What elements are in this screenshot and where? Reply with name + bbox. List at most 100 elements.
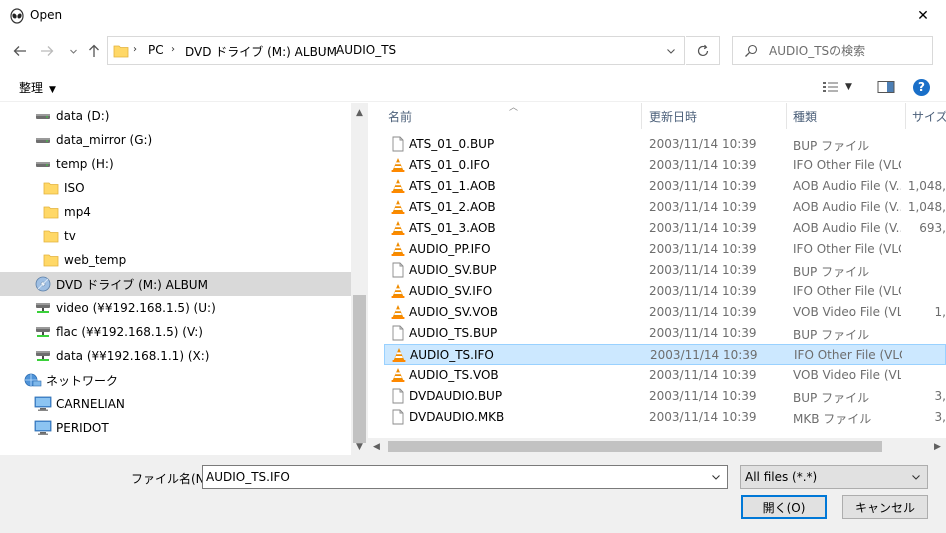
preview-pane-button[interactable] (877, 78, 895, 96)
tree-item[interactable]: CARNELIAN (0, 392, 351, 416)
tree-item[interactable]: ISO (0, 176, 351, 200)
tree-item[interactable]: web_temp (0, 248, 351, 272)
chevron-down-icon (667, 49, 675, 54)
file-icon (390, 136, 406, 152)
tree-item-label: DVD ドライブ (M:) ALBUM (56, 277, 208, 292)
column-header-type[interactable]: 種類 (787, 103, 906, 129)
file-row[interactable]: AUDIO_TS.VOB 2003/11/14 10:39 VOB Video Fi… (384, 365, 946, 386)
file-name: AUDIO_PP.IFO (409, 242, 491, 256)
refresh-button[interactable] (686, 36, 720, 65)
filetype-dropdown-button[interactable] (908, 469, 924, 485)
cancel-button[interactable]: キャンセル (842, 495, 928, 519)
breadcrumb-pc[interactable]: PC (148, 43, 164, 57)
file-name: DVDAUDIO.MKB (409, 410, 505, 424)
tree-item[interactable]: PERIDOT (0, 416, 351, 440)
open-button[interactable]: 開く(O) (741, 495, 827, 519)
scrollbar-thumb[interactable] (353, 295, 366, 443)
file-row[interactable]: DVDAUDIO.MKB 2003/11/14 10:39 MKB ファイル 3, (384, 407, 946, 428)
up-button[interactable] (84, 41, 104, 61)
file-row[interactable]: ATS_01_2.AOB 2003/11/14 10:39 AOB Audio Fi… (384, 197, 946, 218)
vlc-cone-icon (390, 241, 406, 257)
file-row[interactable]: ATS_01_0.IFO 2003/11/14 10:39 IFO Other Fi… (384, 155, 946, 176)
file-date: 2003/11/14 10:39 (649, 326, 757, 340)
file-type: AOB Audio File (V... (793, 221, 901, 235)
column-header-date[interactable]: 更新日時 (642, 103, 787, 129)
file-list: ︿ 名前 更新日時 種類 サイズ ATS_01_0.BUP 2003/11/14 … (368, 103, 946, 455)
title-bar: Open ✕ (0, 0, 946, 32)
help-icon: ? (913, 78, 930, 96)
window-title: Open (30, 8, 63, 22)
tree-item[interactable]: ネットワーク (0, 368, 351, 392)
forward-button[interactable] (37, 41, 57, 61)
file-list-horizontal-scrollbar[interactable]: ◀ ▶ (368, 438, 946, 455)
filetype-select[interactable]: All files (*.*) (740, 465, 928, 489)
tree-item-label: data (¥¥192.168.1.1) (X:) (56, 349, 210, 363)
column-header-size[interactable]: サイズ (906, 103, 946, 129)
breadcrumb-separator-icon: › (133, 44, 137, 55)
tree-item[interactable]: data (D:) (0, 104, 351, 128)
tree-item[interactable]: tv (0, 224, 351, 248)
file-name: ATS_01_3.AOB (409, 221, 496, 235)
tree-item[interactable]: DVD ドライブ (M:) ALBUM (0, 272, 351, 296)
folder-icon (42, 252, 60, 268)
address-dropdown-button[interactable] (663, 43, 679, 59)
change-view-button[interactable] (822, 78, 840, 96)
file-size: 1, (934, 305, 946, 319)
breadcrumb-dvd-drive[interactable]: DVD ドライブ (M:) ALBUM (185, 43, 337, 60)
file-row[interactable]: ATS_01_0.BUP 2003/11/14 10:39 BUP ファイル (384, 134, 946, 155)
arrow-right-icon (41, 46, 54, 56)
filename-combobox[interactable] (202, 465, 728, 489)
file-row[interactable]: AUDIO_SV.BUP 2003/11/14 10:39 BUP ファイル (384, 260, 946, 281)
search-input[interactable] (769, 42, 929, 60)
file-name: DVDAUDIO.BUP (409, 389, 503, 403)
search-box[interactable] (732, 36, 933, 65)
close-button[interactable]: ✕ (900, 0, 946, 32)
file-row[interactable]: AUDIO_SV.VOB 2003/11/14 10:39 VOB Video Fi… (384, 302, 946, 323)
tree-item[interactable]: flac (¥¥192.168.1.5) (V:) (0, 320, 351, 344)
file-row[interactable]: AUDIO_PP.IFO 2003/11/14 10:39 IFO Other Fi… (384, 239, 946, 260)
tree-item-label: temp (H:) (56, 157, 114, 171)
file-row[interactable]: AUDIO_TS.IFO 2003/11/14 10:39 IFO Other Fi… (384, 344, 946, 365)
breadcrumb-audio-ts[interactable]: AUDIO_TS (336, 43, 396, 57)
folder-icon (113, 45, 129, 58)
organize-menu-button[interactable]: 整理 ▼ (19, 79, 56, 96)
address-bar[interactable]: › PC › DVD ドライブ (M:) ALBUM › AUDIO_TS (107, 36, 685, 65)
file-type: BUP ファイル (793, 391, 870, 405)
file-row[interactable]: AUDIO_TS.BUP 2003/11/14 10:39 BUP ファイル (384, 323, 946, 344)
scroll-right-icon[interactable]: ▶ (929, 438, 946, 455)
file-row[interactable]: DVDAUDIO.BUP 2003/11/14 10:39 BUP ファイル 3, (384, 386, 946, 407)
tree-item[interactable]: mp4 (0, 200, 351, 224)
file-type: BUP ファイル (793, 328, 870, 342)
file-row[interactable]: ATS_01_3.AOB 2003/11/14 10:39 AOB Audio Fi… (384, 218, 946, 239)
back-button[interactable] (10, 41, 30, 61)
tree-item-label: video (¥¥192.168.1.5) (U:) (56, 301, 216, 315)
scroll-left-icon[interactable]: ◀ (368, 438, 385, 455)
column-header-name[interactable]: ︿ 名前 (368, 103, 642, 129)
file-icon (390, 388, 406, 404)
tree-item[interactable]: temp (H:) (0, 152, 351, 176)
drive-icon (34, 156, 52, 172)
filename-dropdown-button[interactable] (708, 469, 724, 485)
help-button[interactable]: ? (913, 78, 930, 96)
view-options-dropdown[interactable]: ▼ (845, 78, 852, 96)
command-bar: 整理 ▼ ▼ ? (0, 72, 946, 102)
navigation-pane-scrollbar[interactable]: ▲ ▼ (351, 103, 368, 455)
scroll-up-icon[interactable]: ▲ (351, 104, 368, 121)
recent-locations-button[interactable] (63, 41, 83, 61)
arrow-up-icon (89, 44, 99, 57)
file-date: 2003/11/14 10:39 (649, 200, 757, 214)
file-name: ATS_01_2.AOB (409, 200, 496, 214)
tree-item[interactable]: data_mirror (G:) (0, 128, 351, 152)
scrollbar-thumb[interactable] (388, 441, 882, 452)
tree-item[interactable]: video (¥¥192.168.1.5) (U:) (0, 296, 351, 320)
tree-item[interactable]: data (¥¥192.168.1.1) (X:) (0, 344, 351, 368)
chevron-down-icon (912, 475, 920, 480)
file-row[interactable]: ATS_01_1.AOB 2003/11/14 10:39 AOB Audio Fi… (384, 176, 946, 197)
filename-input[interactable] (206, 469, 701, 485)
file-date: 2003/11/14 10:39 (649, 368, 757, 382)
file-row[interactable]: AUDIO_SV.IFO 2003/11/14 10:39 IFO Other Fi… (384, 281, 946, 302)
file-date: 2003/11/14 10:39 (649, 263, 757, 277)
scroll-down-icon[interactable]: ▼ (351, 438, 368, 455)
file-name: ATS_01_1.AOB (409, 179, 496, 193)
chevron-down-icon (69, 49, 77, 54)
